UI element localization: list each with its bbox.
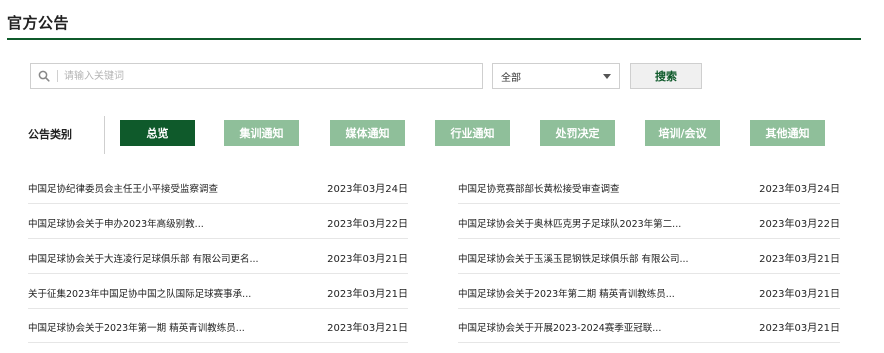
search-icon bbox=[31, 64, 57, 88]
category-select-value: 全部 bbox=[501, 72, 521, 84]
news-item[interactable]: 中国足球协会关于开展2023-2024赛季亚冠联... 2023年03月21日 bbox=[458, 311, 840, 343]
search-separator bbox=[57, 70, 58, 82]
news-date: 2023年03月22日 bbox=[327, 219, 408, 230]
search-input[interactable] bbox=[64, 65, 482, 87]
news-item[interactable]: 关于征集2023年中国足协中国之队国际足球赛事承... 2023年03月21日 bbox=[28, 277, 408, 309]
tab-training-meeting[interactable]: 培训/会议 bbox=[645, 120, 720, 146]
news-item[interactable]: 中国足球协会关于奥林匹克男子足球队2023年第二... 2023年03月22日 bbox=[458, 207, 840, 239]
news-item[interactable]: 中国足球协会关于2023年第二期 精英青训教练员... 2023年03月21日 bbox=[458, 277, 840, 309]
tab-training-camp[interactable]: 集训通知 bbox=[224, 120, 299, 146]
news-title[interactable]: 中国足球协会关于奥林匹克男子足球队2023年第二... bbox=[458, 216, 681, 230]
news-item[interactable]: 中国足协竞赛部部长黄松接受审查调查 2023年03月24日 bbox=[458, 172, 840, 204]
news-item[interactable]: 中国足协纪律委员会主任王小平接受监察调查 2023年03月24日 bbox=[28, 172, 408, 204]
tab-media[interactable]: 媒体通知 bbox=[330, 120, 405, 146]
news-date: 2023年03月21日 bbox=[327, 323, 408, 334]
news-date: 2023年03月22日 bbox=[759, 219, 840, 230]
news-title[interactable]: 中国足球协会关于2023年第一期 精英青训教练员... bbox=[28, 320, 245, 334]
news-date: 2023年03月24日 bbox=[759, 184, 840, 195]
news-item[interactable]: 中国足球协会关于玉溪玉昆钢铁足球俱乐部 有限公司... 2023年03月21日 bbox=[458, 242, 840, 274]
category-divider bbox=[104, 116, 105, 154]
news-date: 2023年03月21日 bbox=[759, 323, 840, 334]
page-title: 官方公告 bbox=[7, 14, 70, 32]
news-item[interactable]: 中国足球协会关于2023年第一期 精英青训教练员... 2023年03月21日 bbox=[28, 311, 408, 343]
news-title[interactable]: 中国足协竞赛部部长黄松接受审查调查 bbox=[458, 181, 620, 195]
news-item[interactable]: 中国足球协会关于大连凌行足球俱乐部 有限公司更名... 2023年03月21日 bbox=[28, 242, 408, 274]
search-button[interactable]: 搜索 bbox=[630, 63, 702, 89]
news-date: 2023年03月21日 bbox=[327, 289, 408, 300]
news-date: 2023年03月21日 bbox=[759, 289, 840, 300]
news-title[interactable]: 中国足球协会关于申办2023年高级别教... bbox=[28, 216, 204, 230]
news-date: 2023年03月21日 bbox=[759, 254, 840, 265]
tab-overview[interactable]: 总览 bbox=[120, 120, 195, 146]
news-title[interactable]: 中国足协纪律委员会主任王小平接受监察调查 bbox=[28, 181, 218, 195]
news-title[interactable]: 中国足球协会关于大连凌行足球俱乐部 有限公司更名... bbox=[28, 251, 259, 265]
tab-other[interactable]: 其他通知 bbox=[750, 120, 825, 146]
news-date: 2023年03月24日 bbox=[327, 184, 408, 195]
news-date: 2023年03月21日 bbox=[327, 254, 408, 265]
announcement-page: 官方公告 全部 搜索 公告类别 总览 集训通知 媒体通知 行业通知 处罚决定 培… bbox=[0, 0, 884, 353]
news-item[interactable]: 中国足球协会关于申办2023年高级别教... 2023年03月22日 bbox=[28, 207, 408, 239]
category-label: 公告类别 bbox=[28, 128, 72, 141]
category-select[interactable]: 全部 bbox=[492, 63, 620, 89]
tab-industry[interactable]: 行业通知 bbox=[435, 120, 510, 146]
news-title[interactable]: 关于征集2023年中国足协中国之队国际足球赛事承... bbox=[28, 286, 251, 300]
search-box[interactable] bbox=[30, 63, 483, 89]
tab-penalty[interactable]: 处罚决定 bbox=[540, 120, 615, 146]
chevron-down-icon bbox=[603, 73, 611, 79]
news-title[interactable]: 中国足球协会关于玉溪玉昆钢铁足球俱乐部 有限公司... bbox=[458, 251, 689, 265]
title-underline bbox=[7, 38, 861, 40]
news-title[interactable]: 中国足球协会关于开展2023-2024赛季亚冠联... bbox=[458, 320, 661, 334]
news-title[interactable]: 中国足球协会关于2023年第二期 精英青训教练员... bbox=[458, 286, 675, 300]
